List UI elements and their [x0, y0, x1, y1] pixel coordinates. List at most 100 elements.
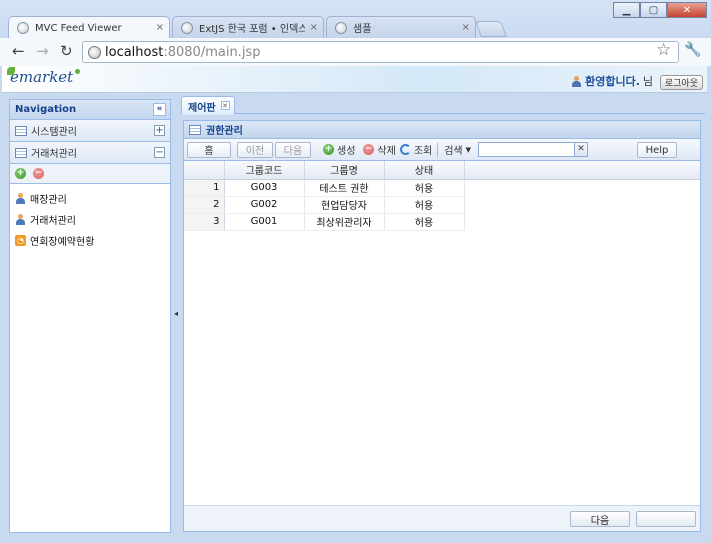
column-header-status[interactable]: 상태: [384, 161, 465, 180]
add-icon: +: [323, 144, 334, 155]
forward-arrow-icon[interactable]: →: [36, 42, 49, 60]
close-icon[interactable]: ×: [462, 22, 470, 33]
group-code-cell: G003: [224, 179, 305, 197]
tree-item-banquet[interactable]: ◔ 연회장예약현황: [10, 230, 170, 251]
tree-item-label: 연회장예약현황: [30, 237, 95, 248]
welcome-suffix: 님: [642, 75, 653, 88]
bookmark-star-icon[interactable]: ☆: [656, 40, 671, 60]
globe-icon: [335, 22, 347, 34]
tab-control-panel[interactable]: 제어판 ✕: [181, 96, 235, 115]
close-icon[interactable]: ✕: [220, 101, 230, 110]
column-header-code[interactable]: 그룹코드: [224, 161, 305, 180]
user-icon: [571, 75, 582, 87]
grid-icon: [189, 124, 201, 135]
panel-splitter[interactable]: ◂: [173, 99, 181, 533]
close-icon[interactable]: ×: [310, 22, 318, 33]
remove-icon: −: [363, 144, 375, 155]
tab-label: 제어판: [188, 102, 216, 114]
nav-section-system[interactable]: 시스템관리 +: [10, 120, 170, 142]
collapse-arrow-icon[interactable]: ◂: [174, 309, 178, 318]
search-dropdown[interactable]: 검색 ▼: [441, 142, 474, 158]
collapse-left-icon[interactable]: «: [153, 103, 166, 116]
back-arrow-icon[interactable]: ←: [12, 42, 25, 60]
welcome-text: 환영합니다.: [585, 75, 640, 88]
nav-section-clients[interactable]: 거래처관리 −: [10, 142, 170, 164]
footer-next-button[interactable]: 다음: [570, 511, 630, 527]
column-header-name[interactable]: 그룹명: [304, 161, 385, 180]
group-code-cell: G001: [224, 213, 305, 231]
clear-icon[interactable]: ✕: [574, 143, 588, 156]
chevron-down-icon: ▼: [465, 145, 472, 154]
tab-title: 샘플: [353, 24, 372, 35]
grid-icon: [15, 125, 27, 136]
emarket-logo: emarket: [7, 67, 81, 86]
grid-header-row: 그룹코드 그룹명 상태: [184, 161, 700, 180]
status-cell: 허용: [384, 196, 465, 214]
panel-footer: 다음: [184, 505, 700, 531]
footer-blank-button[interactable]: [636, 511, 696, 527]
status-cell: 허용: [384, 213, 465, 231]
row-number: 3: [184, 213, 225, 231]
minimize-button[interactable]: ▁: [613, 2, 640, 18]
maximize-button[interactable]: ▢: [640, 2, 667, 18]
delete-button[interactable]: − 삭제: [361, 142, 397, 158]
search-input[interactable]: ✕: [478, 142, 589, 157]
permission-panel: 권한관리 홈 이전 다음 + 생성 − 삭제 조회 검색 ▼ ✕ Help 그룹…: [183, 120, 701, 532]
filler-cell: [464, 213, 700, 230]
expand-icon[interactable]: +: [154, 125, 165, 136]
table-row[interactable]: 1 G003 테스트 권한 허용: [184, 179, 700, 197]
group-code-cell: G002: [224, 196, 305, 214]
person-icon: [15, 214, 26, 225]
browser-tab-extjs-forum[interactable]: ExtJS 한국 포럼 • 인덱스 1 ×: [172, 16, 324, 38]
tab-title: ExtJS 한국 포럼 • 인덱스 1: [199, 24, 305, 35]
permission-grid: 그룹코드 그룹명 상태 1 G003 테스트 권한 허용 2 G002 현업담당…: [184, 161, 700, 231]
help-button[interactable]: Help: [637, 142, 677, 158]
filler-cell: [464, 196, 700, 213]
toolbar-separator: [437, 142, 439, 157]
table-row[interactable]: 2 G002 현업담당자 허용: [184, 196, 700, 214]
refresh-icon: [399, 144, 411, 155]
globe-icon: [181, 22, 193, 34]
tree-item-store[interactable]: 매장관리: [10, 188, 170, 209]
remove-icon[interactable]: −: [33, 168, 44, 179]
window-controls: ▁ ▢ ✕: [613, 2, 707, 18]
logo-dot-icon: [75, 69, 81, 74]
search-label: 검색: [444, 146, 463, 157]
reload-icon[interactable]: ↻: [60, 42, 73, 60]
tree-item-label: 매장관리: [30, 195, 67, 206]
group-name-cell: 테스트 권한: [304, 179, 385, 197]
panel-title: 권한관리: [206, 126, 243, 137]
add-icon[interactable]: +: [15, 168, 26, 179]
home-button[interactable]: 홈: [187, 141, 231, 158]
tab-title: MVC Feed Viewer: [35, 22, 122, 34]
query-button[interactable]: 조회: [398, 142, 434, 158]
table-row[interactable]: 3 G001 최상위관리자 허용: [184, 213, 700, 231]
next-button[interactable]: 다음: [275, 141, 311, 158]
collapse-icon[interactable]: −: [154, 147, 165, 158]
wrench-icon[interactable]: 🔧: [684, 42, 701, 58]
permission-panel-header: 권한관리: [184, 121, 700, 139]
person-icon: [15, 193, 26, 204]
url-path: :8080/main.jsp: [163, 44, 261, 60]
browser-navbar: ← → ↻ localhost:8080/main.jsp ☆ 🔧: [0, 38, 711, 66]
tree-item-clients[interactable]: 거래처관리: [10, 209, 170, 230]
nav-tree-toolbar: + −: [10, 164, 170, 184]
main-tab-strip: 제어판 ✕: [181, 96, 705, 115]
address-bar[interactable]: localhost:8080/main.jsp: [82, 41, 679, 63]
nav-section-label: 거래처관리: [31, 149, 77, 160]
query-label: 조회: [413, 146, 433, 157]
nav-section-label: 시스템관리: [31, 127, 77, 138]
globe-icon: [88, 46, 101, 59]
create-button[interactable]: + 생성: [317, 142, 361, 158]
grid-icon: [15, 147, 27, 158]
close-window-button[interactable]: ✕: [667, 2, 707, 18]
prev-button[interactable]: 이전: [237, 141, 273, 158]
browser-tab-sample[interactable]: 샘플 ×: [326, 16, 476, 38]
main-content: 제어판 ✕ 권한관리 홈 이전 다음 + 생성 − 삭제 조회 검색 ▼ ✕ H…: [181, 96, 705, 537]
new-tab-button[interactable]: [475, 21, 507, 37]
grid-toolbar: 홈 이전 다음 + 생성 − 삭제 조회 검색 ▼ ✕ Help: [184, 139, 700, 161]
logout-button[interactable]: 로그아웃: [659, 75, 703, 90]
welcome-message: 환영합니다. 님: [571, 73, 653, 89]
browser-tab-mvc-feed-viewer[interactable]: MVC Feed Viewer ×: [8, 16, 170, 39]
close-icon[interactable]: ×: [156, 22, 164, 33]
